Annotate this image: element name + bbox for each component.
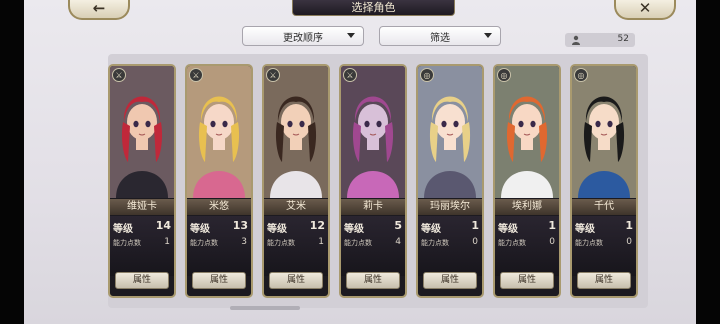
character-stats: 等级 1 能力点数 0 (418, 216, 482, 276)
level-label: 等级 (267, 224, 287, 235)
portrait-image (418, 66, 482, 198)
sort-order-dropdown[interactable]: 更改顺序 (242, 26, 364, 46)
level-value: 1 (625, 219, 633, 232)
ability-points-label: 能力点数 (267, 239, 295, 247)
close-icon: ✕ (638, 0, 652, 17)
attribute-button[interactable]: 属性 (115, 272, 169, 289)
ability-points-value: 0 (472, 237, 478, 247)
class-icon: ◎ (574, 68, 588, 82)
character-portrait (187, 66, 251, 198)
letterbox-left (0, 0, 24, 324)
level-label: 等级 (575, 224, 595, 235)
level-value: 14 (155, 219, 171, 232)
character-name: 米悠 (187, 199, 251, 215)
class-icon: ◎ (497, 68, 511, 82)
attribute-button[interactable]: 属性 (192, 272, 246, 289)
character-name: 莉卡 (341, 199, 405, 215)
level-label: 等级 (190, 224, 210, 235)
character-card[interactable]: ◎ 玛丽埃尔 等级 1 能力点数 0 属性 (416, 64, 484, 298)
character-count-value: 52 (617, 34, 629, 44)
level-label: 等级 (498, 224, 518, 235)
level-value: 12 (309, 219, 325, 232)
attribute-button[interactable]: 属性 (269, 272, 323, 289)
ability-points-value: 1 (164, 237, 170, 247)
character-card[interactable]: ◎ 埃利娜 等级 1 能力点数 0 属性 (493, 64, 561, 298)
portrait-image (110, 66, 174, 198)
character-portrait (110, 66, 174, 198)
character-stats: 等级 13 能力点数 3 (187, 216, 251, 276)
class-icon: ⚔ (343, 68, 357, 82)
back-button[interactable]: ← (68, 0, 130, 20)
ability-points-label: 能力点数 (344, 239, 372, 247)
filter-dropdown[interactable]: 筛选 (379, 26, 501, 46)
character-stats: 等级 12 能力点数 1 (264, 216, 328, 276)
ability-points-label: 能力点数 (113, 239, 141, 247)
character-card[interactable]: ◎ 千代 等级 1 能力点数 0 属性 (570, 64, 638, 298)
class-icon: ⚔ (189, 68, 203, 82)
chevron-down-icon (484, 33, 492, 38)
character-portrait (572, 66, 636, 198)
character-name: 维娅卡 (110, 199, 174, 215)
ability-points-value: 4 (395, 237, 401, 247)
ability-points-value: 0 (626, 237, 632, 247)
ability-points-label: 能力点数 (498, 239, 526, 247)
portrait-image (264, 66, 328, 198)
level-label: 等级 (344, 224, 364, 235)
level-value: 5 (394, 219, 402, 232)
attribute-button[interactable]: 属性 (346, 272, 400, 289)
portrait-image (187, 66, 251, 198)
ability-points-label: 能力点数 (575, 239, 603, 247)
portrait-image (341, 66, 405, 198)
ability-points-label: 能力点数 (421, 239, 449, 247)
character-name: 埃利娜 (495, 199, 559, 215)
level-value: 13 (232, 219, 248, 232)
attribute-button[interactable]: 属性 (423, 272, 477, 289)
class-icon: ⚔ (112, 68, 126, 82)
character-name: 艾米 (264, 199, 328, 215)
filter-label: 筛选 (430, 32, 450, 44)
class-icon: ◎ (420, 68, 434, 82)
attribute-button[interactable]: 属性 (577, 272, 631, 289)
character-select-screen: ← 选择角色 ✕ 更改顺序 筛选 52 ⚔ 维娅卡 等级 14 能力点数 1 属… (24, 0, 696, 324)
level-value: 1 (471, 219, 479, 232)
character-portrait (264, 66, 328, 198)
back-arrow-icon: ← (92, 0, 106, 17)
ability-points-value: 1 (318, 237, 324, 247)
character-count: 52 (565, 33, 635, 47)
ability-points-value: 0 (549, 237, 555, 247)
character-name: 玛丽埃尔 (418, 199, 482, 215)
ability-points-label: 能力点数 (190, 239, 218, 247)
level-label: 等级 (113, 224, 133, 235)
character-name: 千代 (572, 199, 636, 215)
portrait-image (572, 66, 636, 198)
person-icon (572, 35, 580, 45)
attribute-button[interactable]: 属性 (500, 272, 554, 289)
page-title: 选择角色 (292, 0, 455, 16)
ability-points-value: 3 (241, 237, 247, 247)
character-stats: 等级 1 能力点数 0 (495, 216, 559, 276)
close-button[interactable]: ✕ (614, 0, 676, 20)
class-icon: ⚔ (266, 68, 280, 82)
horizontal-scrollbar[interactable] (230, 306, 300, 310)
sort-order-label: 更改顺序 (283, 32, 323, 44)
character-card[interactable]: ⚔ 维娅卡 等级 14 能力点数 1 属性 (108, 64, 176, 298)
character-portrait (495, 66, 559, 198)
character-stats: 等级 5 能力点数 4 (341, 216, 405, 276)
chevron-down-icon (347, 33, 355, 38)
level-label: 等级 (421, 224, 441, 235)
character-portrait (341, 66, 405, 198)
character-card[interactable]: ⚔ 艾米 等级 12 能力点数 1 属性 (262, 64, 330, 298)
character-stats: 等级 1 能力点数 0 (572, 216, 636, 276)
level-value: 1 (548, 219, 556, 232)
character-card[interactable]: ⚔ 莉卡 等级 5 能力点数 4 属性 (339, 64, 407, 298)
portrait-image (495, 66, 559, 198)
character-stats: 等级 14 能力点数 1 (110, 216, 174, 276)
letterbox-right (696, 0, 720, 324)
character-card[interactable]: ⚔ 米悠 等级 13 能力点数 3 属性 (185, 64, 253, 298)
character-portrait (418, 66, 482, 198)
